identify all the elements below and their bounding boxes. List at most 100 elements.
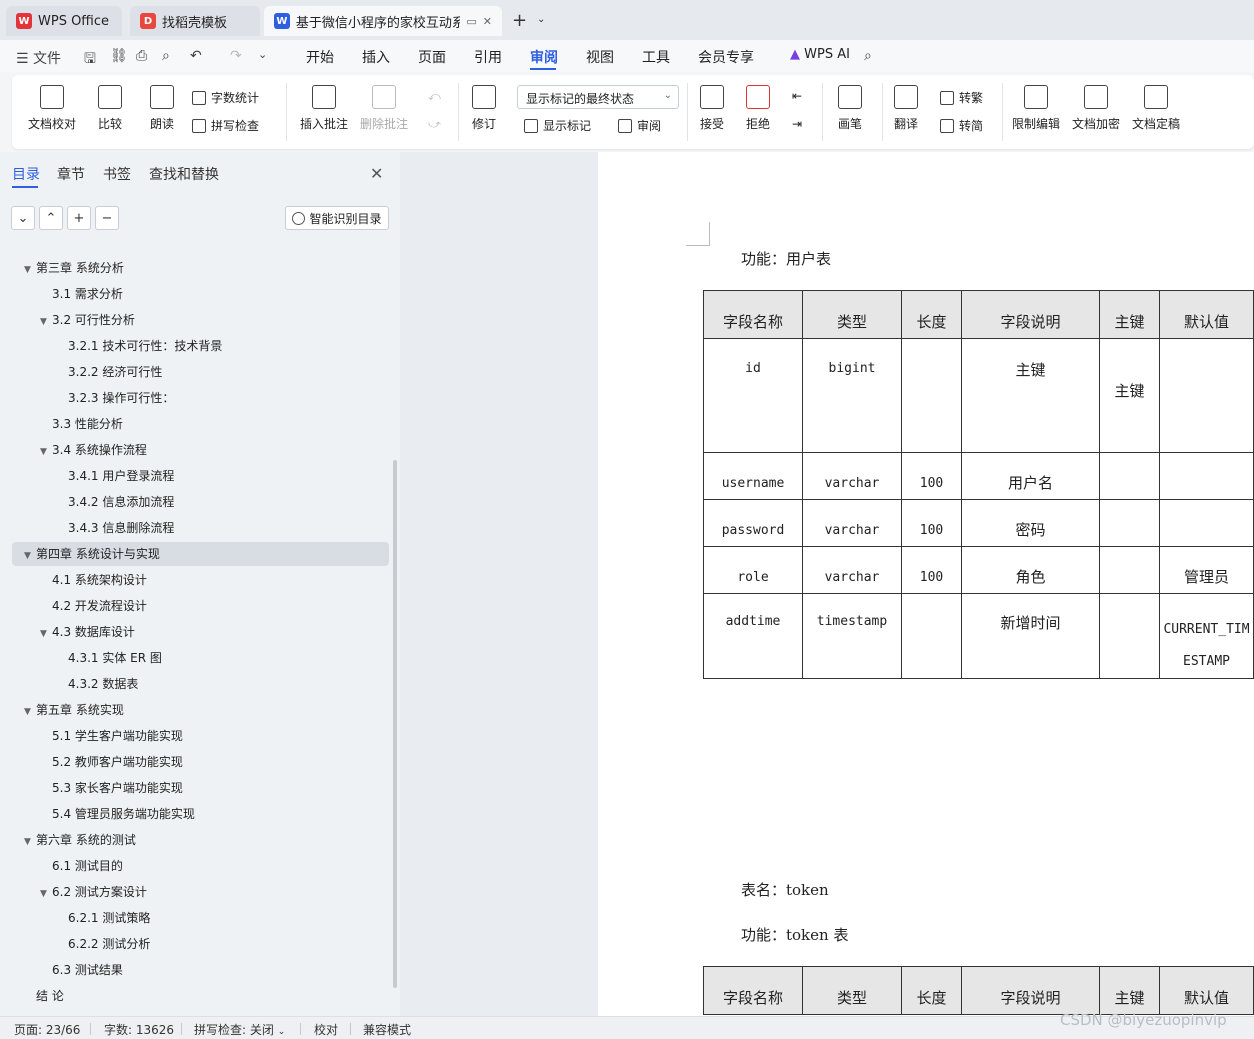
- save-icon[interactable]: 🖫: [84, 48, 96, 72]
- expand-toggle-icon[interactable]: ▼: [40, 310, 52, 334]
- next-comment-icon[interactable]: ⤻: [428, 117, 441, 132]
- toc-item[interactable]: 4.3.2 数据表: [56, 672, 138, 696]
- menu-tools[interactable]: 工具: [642, 47, 670, 67]
- toc-item[interactable]: ▼ 6.2 测试方案设计: [40, 880, 147, 904]
- tab-chapters[interactable]: 章节: [57, 164, 85, 184]
- minus-icon[interactable]: −: [95, 206, 119, 230]
- menu-view[interactable]: 视图: [586, 47, 614, 67]
- translate-button[interactable]: 翻译: [894, 85, 918, 132]
- prev-comment-icon[interactable]: ⤺: [428, 89, 441, 104]
- chevron-down-icon[interactable]: ⌄: [537, 14, 545, 25]
- toc-item[interactable]: 3.4.2 信息添加流程: [56, 490, 174, 514]
- preview-icon[interactable]: ⌕: [162, 48, 170, 64]
- expand-toggle-icon[interactable]: ▼: [24, 544, 36, 568]
- restrict-edit-button[interactable]: 限制编辑: [1012, 85, 1060, 132]
- toc-item[interactable]: 6.1 测试目的: [40, 854, 123, 878]
- menu-home[interactable]: 开始: [306, 47, 334, 67]
- page-indicator[interactable]: 页面: 23/66: [14, 1021, 80, 1038]
- show-markup-button[interactable]: 显示标记: [524, 117, 591, 134]
- finalize-button[interactable]: 文档定稿: [1132, 85, 1180, 132]
- delete-comment-button[interactable]: 删除批注: [360, 85, 408, 132]
- tab-bookmarks[interactable]: 书签: [103, 164, 131, 184]
- reject-button[interactable]: 拒绝: [746, 85, 770, 132]
- prev-change-icon[interactable]: ⇤: [792, 89, 802, 103]
- close-icon[interactable]: ✕: [483, 15, 492, 28]
- expand-toggle-icon[interactable]: ▼: [24, 830, 36, 854]
- spell-check-button[interactable]: 拼写检查: [192, 117, 259, 134]
- toc-item[interactable]: 3.4.1 用户登录流程: [56, 464, 174, 488]
- track-changes-button[interactable]: 修订: [472, 85, 496, 132]
- toc-item[interactable]: 结 论: [24, 984, 64, 1008]
- nav-scrollbar[interactable]: [393, 460, 397, 988]
- toc-item[interactable]: 4.2 开发流程设计: [40, 594, 147, 618]
- toc-item[interactable]: ▼ 3.2 可行性分析: [40, 308, 135, 332]
- toc-item[interactable]: 3.2.2 经济可行性: [56, 360, 162, 384]
- plus-icon[interactable]: +: [67, 206, 91, 230]
- toc-item[interactable]: ▼ 第三章 系统分析: [24, 256, 124, 280]
- toc-item[interactable]: 6.2.1 测试策略: [56, 906, 150, 930]
- next-change-icon[interactable]: ⇥: [792, 117, 802, 131]
- menu-insert[interactable]: 插入: [362, 47, 390, 67]
- document-page[interactable]: 功能：用户表 字段名称 类型 长度 字段说明 主键 默认值 id bigint …: [598, 152, 1254, 1016]
- spell-check-status[interactable]: 拼写检查: 关闭 ⌄: [194, 1021, 285, 1038]
- tab-toc[interactable]: 目录: [12, 164, 40, 184]
- expand-toggle-icon[interactable]: ▼: [40, 882, 52, 906]
- search-icon[interactable]: ⌕: [864, 48, 872, 64]
- redo-icon[interactable]: ↷: [230, 48, 242, 64]
- menu-page[interactable]: 页面: [418, 47, 446, 67]
- undo-icon[interactable]: ↶: [190, 48, 202, 64]
- toc-item[interactable]: 5.1 学生客户端功能实现: [40, 724, 183, 748]
- toc-item[interactable]: 3.2.1 技术可行性：技术背景: [56, 334, 222, 358]
- markup-state-select[interactable]: 显示标记的最终状态 ⌄: [517, 85, 679, 109]
- tab-find-replace[interactable]: 查找和替换: [149, 164, 219, 184]
- close-icon[interactable]: ✕: [370, 164, 383, 183]
- tab-wps-office[interactable]: W WPS Office: [6, 6, 122, 36]
- smart-toc-button[interactable]: 智能识别目录: [285, 206, 389, 230]
- brush-button[interactable]: 画笔: [838, 85, 862, 132]
- toc-item[interactable]: ▼ 第六章 系统的测试: [24, 828, 136, 852]
- doc-proof-button[interactable]: 文档校对: [28, 85, 76, 132]
- tab-templates[interactable]: D 找稻壳模板: [130, 6, 260, 36]
- expand-toggle-icon[interactable]: ▼: [24, 258, 36, 282]
- window-icon[interactable]: ▭: [466, 15, 476, 28]
- expand-toggle-icon[interactable]: ▼: [24, 700, 36, 724]
- toc-item[interactable]: 3.3 性能分析: [40, 412, 123, 436]
- toc-item[interactable]: 5.3 家长客户端功能实现: [40, 776, 183, 800]
- toc-item[interactable]: ▼ 3.4 系统操作流程: [40, 438, 147, 462]
- toc-item[interactable]: 5.2 教师客户端功能实现: [40, 750, 183, 774]
- chevron-up-icon[interactable]: ⌃: [39, 206, 63, 230]
- insert-comment-button[interactable]: 插入批注: [300, 85, 348, 132]
- menu-member[interactable]: 会员专享: [698, 47, 754, 67]
- toc-item[interactable]: 3.2.3 操作可行性：: [56, 386, 174, 410]
- toc-item[interactable]: ▼ 第四章 系统设计与实现: [24, 542, 160, 566]
- toc-item[interactable]: 3.1 需求分析: [40, 282, 123, 306]
- menu-reference[interactable]: 引用: [474, 47, 502, 67]
- toc-item[interactable]: 3.4.3 信息删除流程: [56, 516, 174, 540]
- menu-file[interactable]: ☰ 文件: [16, 48, 61, 68]
- toc-item[interactable]: ▼ 第五章 系统实现: [24, 698, 124, 722]
- tab-document[interactable]: W 基于微信小程序的家校互动系 ▭ ✕: [264, 6, 502, 36]
- toc-item[interactable]: 6.2.2 测试分析: [56, 932, 150, 956]
- expand-toggle-icon[interactable]: ▼: [40, 440, 52, 464]
- menu-wps-ai[interactable]: ▲ WPS AI: [790, 47, 850, 62]
- read-aloud-button[interactable]: 朗读: [150, 85, 174, 132]
- toc-item[interactable]: ▼ 4.3 数据库设计: [40, 620, 135, 644]
- review-pane-button[interactable]: 审阅: [618, 117, 661, 134]
- expand-toggle-icon[interactable]: ▼: [40, 622, 52, 646]
- toc-item[interactable]: 4.3.1 实体 ER 图: [56, 646, 162, 670]
- word-count-button[interactable]: 字数统计: [192, 89, 259, 106]
- toc-item[interactable]: 5.4 管理员服务端功能实现: [40, 802, 195, 826]
- accept-button[interactable]: 接受: [700, 85, 724, 132]
- print-icon[interactable]: ⎙: [136, 48, 147, 64]
- to-simplified-button[interactable]: 转简: [940, 117, 983, 134]
- proof-status[interactable]: 校对: [314, 1021, 338, 1038]
- chevron-down-icon[interactable]: ⌄: [258, 48, 267, 61]
- new-tab-button[interactable]: +: [512, 10, 527, 31]
- menu-review[interactable]: 审阅: [530, 47, 558, 67]
- word-count-indicator[interactable]: 字数: 13626: [104, 1021, 174, 1038]
- chevron-down-icon[interactable]: ⌄: [11, 206, 35, 230]
- encrypt-button[interactable]: 文档加密: [1072, 85, 1120, 132]
- compare-button[interactable]: 比较: [98, 85, 122, 132]
- link-icon[interactable]: ⛓: [110, 48, 128, 64]
- toc-item[interactable]: 4.1 系统架构设计: [40, 568, 147, 592]
